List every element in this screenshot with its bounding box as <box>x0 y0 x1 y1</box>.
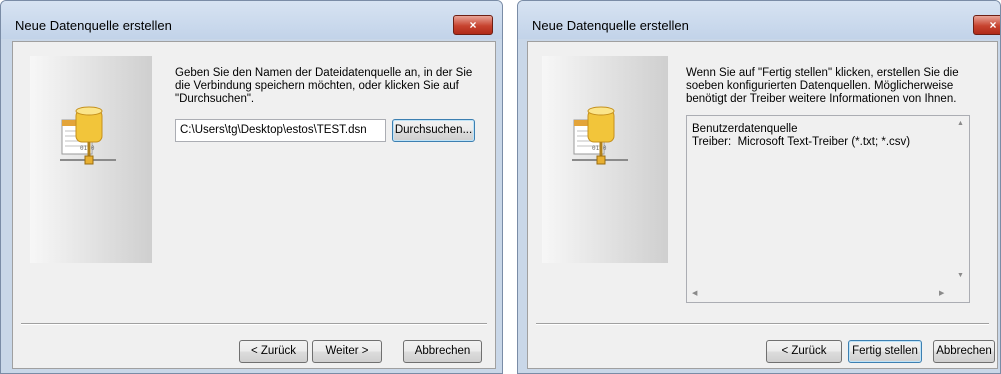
vertical-scrollbar[interactable]: ▲ ▼ <box>952 116 969 286</box>
separator <box>21 323 487 325</box>
scroll-left-icon[interactable]: ◀ <box>692 289 697 297</box>
scroll-down-icon[interactable]: ▼ <box>957 272 964 279</box>
dialog-title: Neue Datenquelle erstellen <box>15 18 172 33</box>
wizard-side-panel: 0110 <box>542 56 668 263</box>
separator <box>536 323 989 325</box>
scroll-right-icon[interactable]: ▶ <box>939 289 944 297</box>
summary-text: Benutzerdatenquelle Treiber: Microsoft T… <box>692 123 910 149</box>
datasource-path-input[interactable]: C:\Users\tg\Desktop\estos\TEST.dsn <box>175 119 386 142</box>
summary-line-datasource-type: Benutzerdatenquelle <box>692 123 798 135</box>
svg-text:0110: 0110 <box>80 145 95 152</box>
close-button[interactable]: × <box>973 15 1000 35</box>
close-icon: × <box>469 18 477 32</box>
dialog-client-area: 0110 Geben Sie den Namen der Dateidatenq… <box>12 41 496 369</box>
instruction-text: Wenn Sie auf "Fertig stellen" klicken, e… <box>686 67 959 105</box>
dialog-title: Neue Datenquelle erstellen <box>532 18 689 33</box>
browse-button[interactable]: Durchsuchen... <box>392 119 475 142</box>
summary-line-driver: Treiber: Microsoft Text-Treiber (*.txt; … <box>692 136 911 148</box>
finish-button[interactable]: Fertig stellen <box>848 340 922 363</box>
title-bar: Neue Datenquelle erstellen × <box>518 1 1000 39</box>
dialog-client-area: 0110 Wenn Sie auf "Fertig stellen" klick… <box>527 41 998 369</box>
cancel-button[interactable]: Abbrechen <box>933 340 995 363</box>
title-bar: Neue Datenquelle erstellen × <box>1 1 502 39</box>
configuration-summary-box[interactable]: Benutzerdatenquelle Treiber: Microsoft T… <box>686 115 970 303</box>
instruction-text: Geben Sie den Namen der Dateidatenquelle… <box>175 67 473 105</box>
svg-text:0110: 0110 <box>592 145 607 152</box>
horizontal-scrollbar[interactable]: ◀ ▶ <box>687 285 952 302</box>
scroll-up-icon[interactable]: ▲ <box>957 120 964 127</box>
create-datasource-dialog-finish: Neue Datenquelle erstellen × 0110 Wenn S… <box>517 0 1001 374</box>
back-button[interactable]: < Zurück <box>766 340 842 363</box>
next-button[interactable]: Weiter > <box>312 340 382 363</box>
close-icon: × <box>989 18 997 32</box>
back-button[interactable]: < Zurück <box>239 340 308 363</box>
close-button[interactable]: × <box>453 15 493 35</box>
create-datasource-dialog-path: Neue Datenquelle erstellen × 0110 Geben … <box>0 0 503 374</box>
wizard-side-panel: 0110 <box>30 56 152 263</box>
cancel-button[interactable]: Abbrechen <box>403 340 482 363</box>
datasource-wizard-icon: 0110 <box>572 106 628 165</box>
datasource-wizard-icon: 0110 <box>60 106 116 165</box>
